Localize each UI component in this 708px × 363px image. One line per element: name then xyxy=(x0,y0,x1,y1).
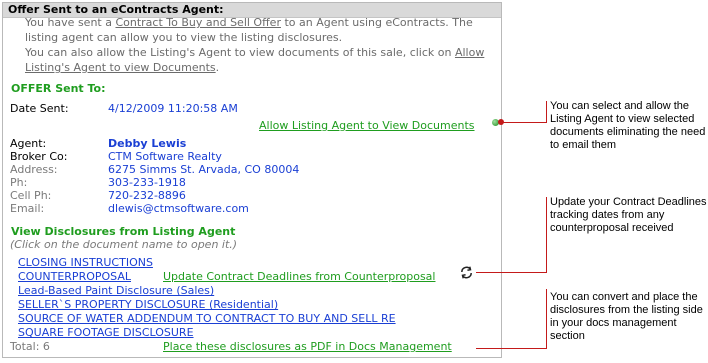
agent-value: Debby Lewis xyxy=(108,137,187,150)
callout-allow-agent: You can select and allow the Listing Age… xyxy=(550,100,705,152)
contract-offer-link[interactable]: Contract To Buy and Sell Offer xyxy=(115,16,281,29)
offer-sent-heading: OFFER Sent To: xyxy=(11,82,106,95)
callout-line-1 xyxy=(500,122,546,123)
cell-value: 720-232-8896 xyxy=(108,189,186,202)
phone-value: 303-233-1918 xyxy=(108,176,186,189)
date-sent-value: 4/12/2009 11:20:58 AM xyxy=(108,102,238,115)
disclosure-item[interactable]: SOURCE OF WATER ADDENDUM TO CONTRACT TO … xyxy=(18,312,396,325)
date-sent-label: Date Sent: xyxy=(10,102,69,115)
disclosure-item[interactable]: SELLER`S PROPERTY DISCLOSURE (Residentia… xyxy=(18,298,278,311)
callout-line: in your docs management xyxy=(550,317,677,329)
callout-line: disclosures from the listing side xyxy=(550,304,703,316)
cell-label: Cell Ph: xyxy=(10,189,52,202)
callout-line-2 xyxy=(476,272,546,273)
intro-text-1: You have sent a xyxy=(25,16,116,29)
callout-line-1b xyxy=(546,101,547,123)
intro-text-3: You can also allow the Listing's Agent t… xyxy=(25,46,455,59)
address-label: Address: xyxy=(10,163,58,176)
intro-text-4: . xyxy=(215,61,220,74)
disclosure-item[interactable]: COUNTERPROPOSAL xyxy=(18,270,131,283)
place-pdf-docs-link[interactable]: Place these disclosures as PDF in Docs M… xyxy=(163,340,452,353)
callout-marker-1 xyxy=(498,119,504,125)
callout-line: You can convert and place the xyxy=(550,291,698,303)
disclosure-item[interactable]: SQUARE FOOTAGE DISCLOSURE xyxy=(18,326,194,339)
callout-pdf-docs: You can convert and place the disclosure… xyxy=(550,291,703,343)
allow-listing-agent-view-docs-link[interactable]: Allow Listing Agent to View Documents xyxy=(259,119,475,132)
callout-line-3 xyxy=(476,348,546,349)
callout-line: documents eliminating the need xyxy=(550,126,706,138)
broker-value: CTM Software Realty xyxy=(108,150,222,163)
callout-line: Listing Agent to view selected xyxy=(550,113,695,125)
intro-text: You have sent a Contract To Buy and Sell… xyxy=(25,15,495,75)
callout-line: tracking dates from any xyxy=(550,209,665,221)
agent-label: Agent: xyxy=(10,137,47,150)
callout-line-2b xyxy=(546,197,547,273)
callout-line: You can select and allow the xyxy=(550,100,690,112)
email-value: dlewis@ctmsoftware.com xyxy=(108,202,249,215)
disclosures-note: (Click on the document name to open it.) xyxy=(10,238,238,251)
broker-label: Broker Co: xyxy=(10,150,68,163)
disclosure-item[interactable]: CLOSING INSTRUCTIONS xyxy=(18,256,153,269)
disclosures-total: Total: 6 xyxy=(10,340,50,353)
callout-update-deadlines: Update your Contract Deadlines tracking … xyxy=(550,196,707,235)
refresh-icon[interactable] xyxy=(459,265,474,280)
callout-line: counterproposal received xyxy=(550,222,674,234)
callout-line: section xyxy=(550,330,585,342)
callout-line: to email them xyxy=(550,139,617,151)
phone-label: Ph: xyxy=(10,176,28,189)
callout-line-3b xyxy=(546,289,547,349)
email-label: Email: xyxy=(10,202,45,215)
callout-line: Update your Contract Deadlines xyxy=(550,196,707,208)
disclosure-item[interactable]: Lead-Based Paint Disclosure (Sales) xyxy=(18,284,214,297)
disclosures-heading: View Disclosures from Listing Agent xyxy=(11,225,236,238)
address-value: 6275 Simms St. Arvada, CO 80004 xyxy=(108,163,300,176)
update-deadlines-link[interactable]: Update Contract Deadlines from Counterpr… xyxy=(163,270,435,283)
